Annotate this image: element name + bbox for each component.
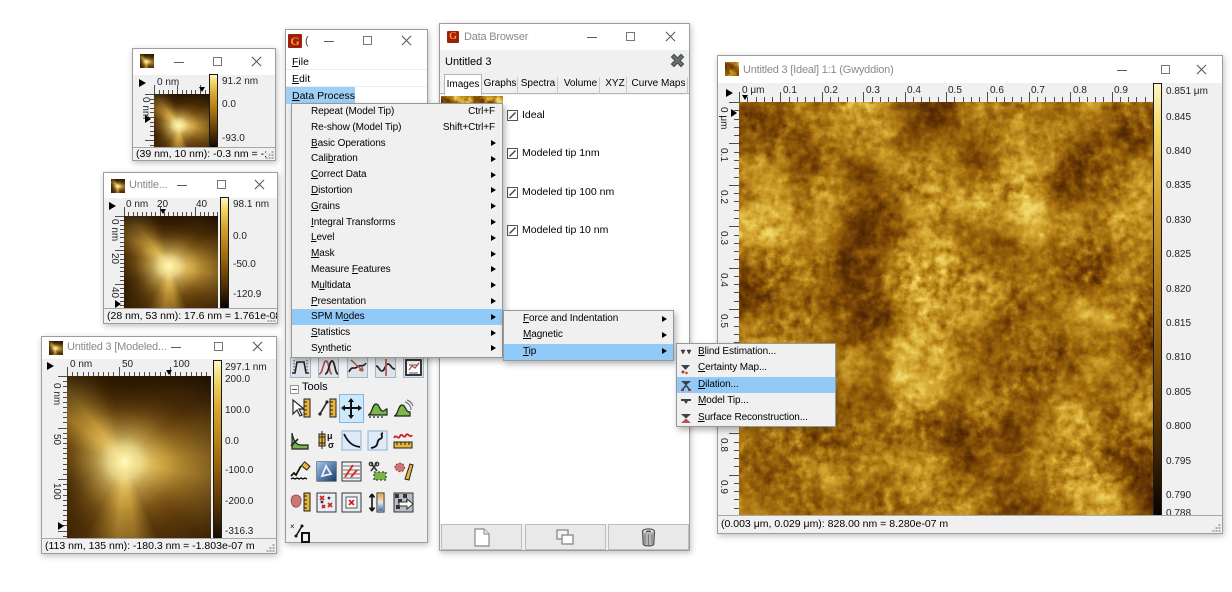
svg-text:σ: σ <box>328 440 334 450</box>
svg-text:×: × <box>290 522 295 531</box>
